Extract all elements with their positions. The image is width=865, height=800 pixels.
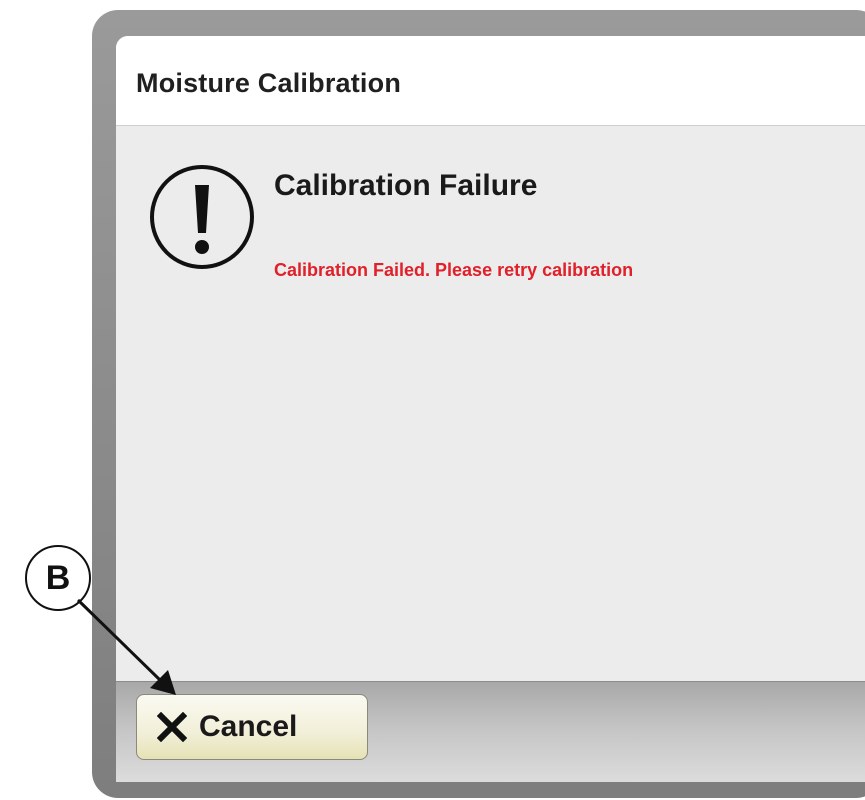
- cancel-button[interactable]: Cancel: [136, 694, 368, 760]
- close-icon: [157, 712, 187, 742]
- exclamation-circle-icon: [150, 165, 254, 269]
- callout-label: B: [45, 558, 71, 597]
- alert-heading: Calibration Failure: [274, 169, 538, 202]
- dialog-titlebar: Moisture Calibration: [116, 36, 865, 126]
- callout-marker: B: [25, 545, 91, 611]
- dialog-footer: Cancel: [116, 681, 865, 782]
- dialog-title: Moisture Calibration: [136, 68, 402, 98]
- error-message: Calibration Failed. Please retry calibra…: [274, 260, 634, 280]
- cancel-button-label: Cancel: [199, 710, 298, 743]
- moisture-calibration-dialog: Moisture Calibration Calibration Failure…: [116, 36, 865, 782]
